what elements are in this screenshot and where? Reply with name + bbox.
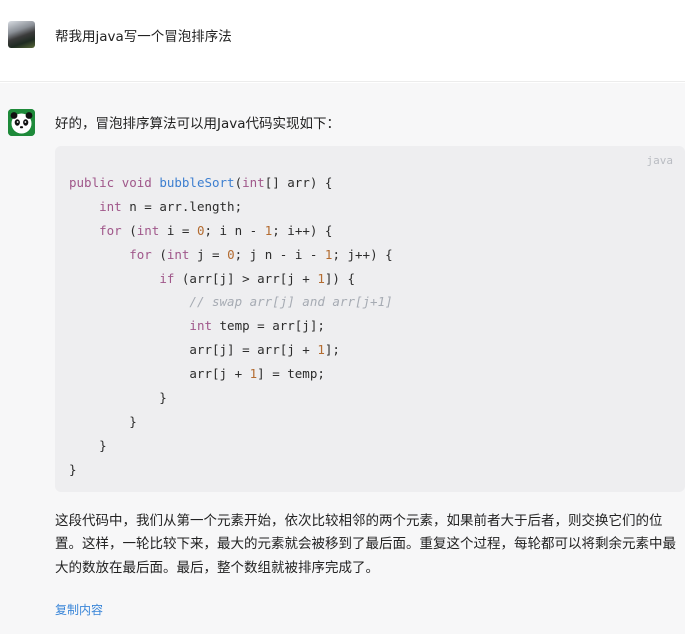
user-avatar [8,21,35,48]
code-line: } [69,437,107,453]
code-language-label: java [646,154,674,167]
code-line: arr[j] = arr[j + 1]; [69,342,340,358]
code-line: for (int j = 0; j n - i - 1; j++) { [129,246,393,262]
assistant-message-area: 好的，冒泡排序算法可以用Java代码实现如下： java public void… [0,83,685,634]
user-message-text: 帮我用java写一个冒泡排序法 [55,29,232,45]
code-line: } [69,390,167,406]
code-line: } [69,461,77,477]
assistant-intro-text: 好的，冒泡排序算法可以用Java代码实现如下： [55,116,341,132]
code-line: public void bubbleSort(int[] arr) { [69,175,333,190]
code-line: int temp = arr[j]; [189,318,325,334]
code-line: if (arr[j] > arr[j + 1]) { [159,270,356,286]
code-content: public void bubbleSort(int[] arr) { int … [69,171,393,482]
user-message-row: 帮我用java写一个冒泡排序法 [0,0,685,82]
copy-content-button[interactable]: 复制内容 [55,601,103,618]
code-line: } [69,413,137,429]
code-line: int n = arr.length; [99,198,243,214]
code-line: for (int i = 0; i n - 1; i++) { [99,222,333,238]
panda-avatar-icon [8,109,35,136]
code-line: // swap arr[j] and arr[j+1] [189,294,393,310]
assistant-explanation-text: 这段代码中，我们从第一个元素开始，依次比较相邻的两个元素，如果前者大于后者，则交… [55,513,676,576]
code-line: arr[j + 1] = temp; [69,366,325,382]
code-block: java public void bubbleSort(int[] arr) {… [55,146,685,492]
